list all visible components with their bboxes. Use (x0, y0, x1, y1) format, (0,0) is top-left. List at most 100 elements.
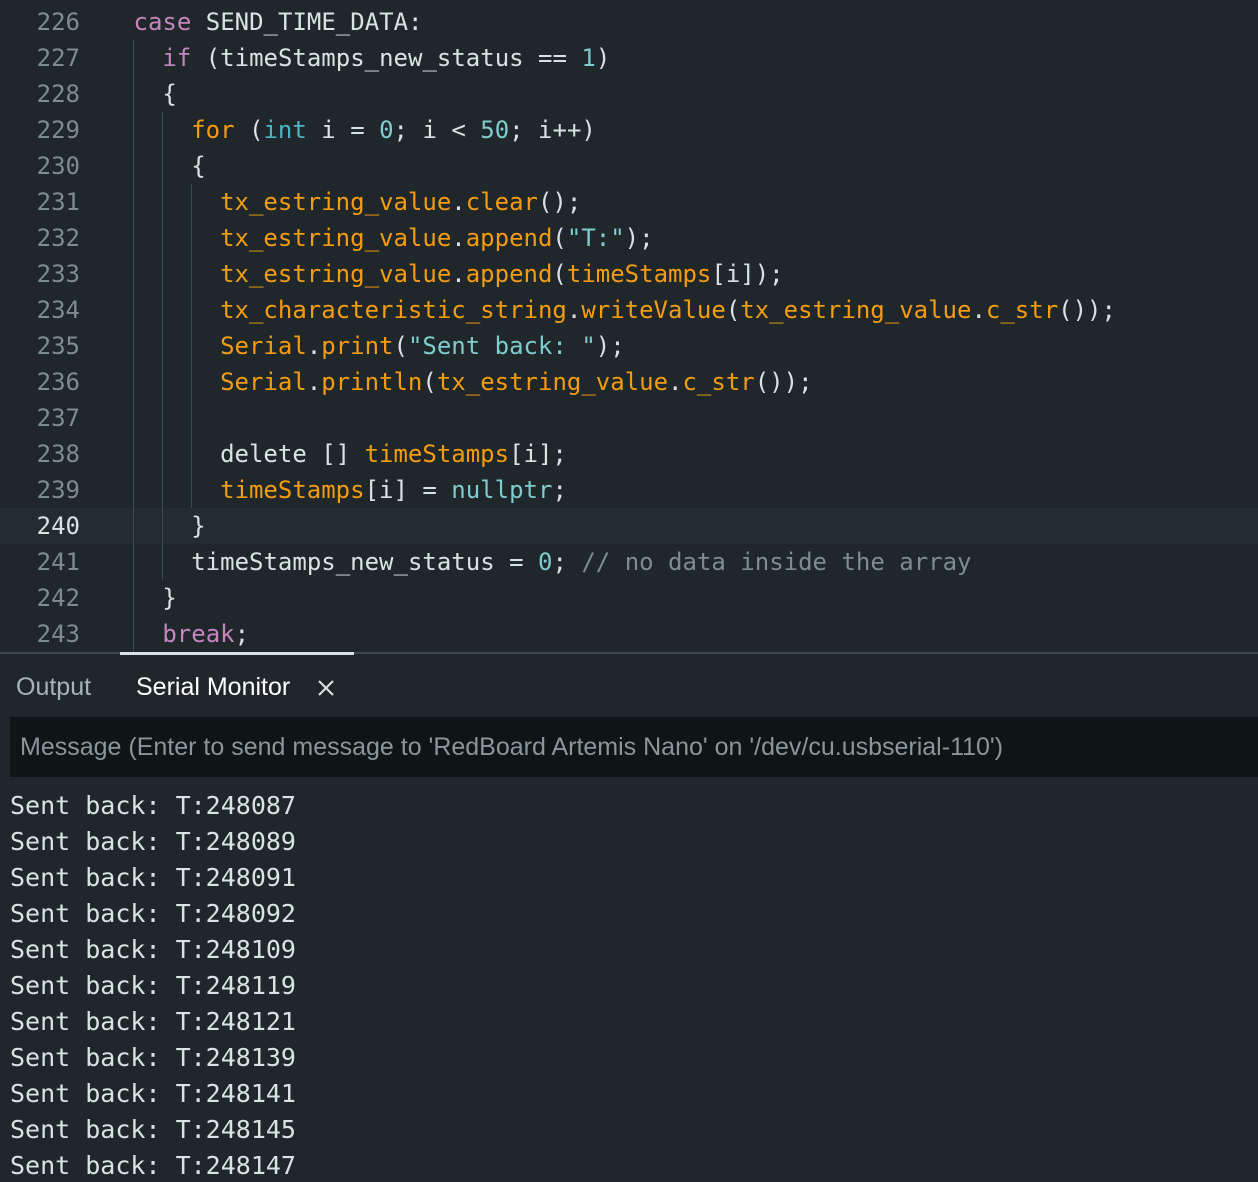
serial-log-line: Sent back: T:248145 (10, 1115, 296, 1144)
line-number: 233 (36, 260, 80, 288)
code-token: ); (595, 332, 625, 360)
indent-guide (191, 256, 192, 292)
code-token: 0 (379, 116, 394, 144)
indent-guide (133, 580, 134, 616)
indent-guide (133, 472, 134, 508)
close-icon[interactable] (316, 678, 336, 698)
code-line[interactable]: 233 tx_estring_value.append(timeStamps[i]… (0, 256, 1258, 292)
indent-guide (133, 256, 134, 292)
indent-guide (162, 184, 163, 220)
code-token: [i]); (711, 260, 784, 288)
indent-guide (162, 256, 163, 292)
code-text: tx_characteristic_string.writeValue(tx_e… (220, 292, 1116, 328)
line-number: 232 (36, 224, 80, 252)
code-line[interactable]: 240} (0, 508, 1258, 544)
code-line[interactable]: 232 tx_estring_value.append("T:"); (0, 220, 1258, 256)
code-token: ; (552, 548, 582, 576)
code-text: tx_estring_value.clear(); (220, 184, 581, 220)
code-token: println (321, 368, 423, 396)
code-token: tx_estring_value (220, 260, 452, 288)
code-token: } (162, 584, 177, 612)
code-line[interactable]: 228 { (0, 76, 1258, 112)
line-number: 228 (36, 80, 80, 108)
code-line[interactable]: 238 delete [] timeStamps[i]; (0, 436, 1258, 472)
code-token: Serial (220, 332, 307, 360)
code-token: nullptr (451, 476, 553, 504)
code-text: Serial.println(tx_estring_value.c_str())… (220, 364, 812, 400)
indent-guide (191, 364, 192, 400)
code-token: ; i < (393, 116, 481, 144)
code-token: . (451, 260, 466, 288)
code-token: ( (234, 116, 264, 144)
indent-guide (162, 544, 163, 580)
code-token: delete [] (220, 440, 365, 468)
code-token: tx_estring_value (436, 368, 669, 396)
code-text: if (timeStamps_new_status == 1) (162, 40, 610, 76)
code-text: tx_estring_value.append("T:"); (220, 220, 654, 256)
code-line[interactable]: 229 for (int i = 0; i < 50; i++) (0, 112, 1258, 148)
code-token: { (162, 80, 177, 108)
code-line[interactable]: 242} (0, 580, 1258, 616)
code-token: case (133, 8, 192, 36)
code-line[interactable]: 239 timeStamps[i] = nullptr; (0, 472, 1258, 508)
code-token: ( (552, 224, 567, 252)
indent-guide (191, 400, 192, 436)
code-text: timeStamps[i] = nullptr; (220, 472, 567, 508)
serial-message-input[interactable] (10, 717, 1258, 777)
indent-guide (133, 508, 134, 544)
code-token: ( (552, 260, 567, 288)
indent-guide (191, 220, 192, 256)
code-line[interactable]: 231 tx_estring_value.clear(); (0, 184, 1258, 220)
code-line[interactable]: 237 (0, 400, 1258, 436)
indent-guide (162, 400, 163, 436)
line-number: 236 (36, 368, 80, 396)
code-token: ()); (1058, 296, 1116, 324)
serial-log-line: Sent back: T:248089 (10, 827, 296, 856)
code-token: "Sent back: " (407, 332, 596, 360)
line-number: 237 (36, 404, 80, 432)
code-line[interactable]: 227 if (timeStamps_new_status == 1) (0, 40, 1258, 76)
code-line[interactable]: 230 { (0, 148, 1258, 184)
code-token: } (191, 512, 206, 540)
code-text: } (162, 580, 176, 616)
code-token: timeStamps (566, 260, 712, 288)
code-line[interactable]: 235 Serial.print("Sent back: "); (0, 328, 1258, 364)
line-number: 234 (36, 296, 80, 324)
indent-guide (162, 112, 163, 148)
code-token: . (566, 296, 582, 324)
tab-output[interactable]: Output (16, 654, 91, 716)
code-token: [i]; (509, 440, 567, 468)
code-token: . (971, 296, 986, 324)
code-line[interactable]: 241 timeStamps_new_status = 0; // no data… (0, 544, 1258, 580)
line-number: 235 (36, 332, 80, 360)
indent-guide (162, 220, 163, 256)
code-token: // no data inside the array (581, 548, 972, 576)
code-line[interactable]: 236 Serial.println(tx_estring_value.c_str… (0, 364, 1258, 400)
code-token: [i] = (364, 476, 452, 504)
code-token: ( (422, 368, 437, 396)
code-token: print (321, 332, 394, 360)
serial-log-line: Sent back: T:248087 (10, 791, 296, 820)
indent-guide (133, 436, 134, 472)
code-token: . (306, 332, 322, 360)
indent-guide (133, 184, 134, 220)
indent-guide (133, 364, 134, 400)
code-token: ; (234, 620, 250, 648)
code-token: c_str (682, 368, 755, 396)
code-line[interactable]: 234 tx_characteristic_string.writeValue(t… (0, 292, 1258, 328)
indent-guide (133, 112, 134, 148)
code-token: timeStamps (364, 440, 510, 468)
code-token: . (451, 224, 466, 252)
indent-guide (162, 292, 163, 328)
tab-serial-monitor[interactable]: Serial Monitor (136, 654, 290, 716)
code-token: tx_estring_value (220, 224, 452, 252)
code-editor[interactable]: 226 case SEND_TIME_DATA: 227 if (timeStamps… (0, 0, 1258, 652)
panel-tabs: Output Serial Monitor (0, 652, 1258, 716)
code-line[interactable]: 226 case SEND_TIME_DATA: (0, 4, 1258, 40)
code-line[interactable]: 243 break; (0, 616, 1258, 652)
indent-guide (191, 328, 192, 364)
indent-guide (191, 436, 192, 472)
code-token: tx_estring_value (220, 188, 452, 216)
code-text: delete [] timeStamps[i]; (220, 436, 567, 472)
code-token: append (465, 224, 553, 252)
